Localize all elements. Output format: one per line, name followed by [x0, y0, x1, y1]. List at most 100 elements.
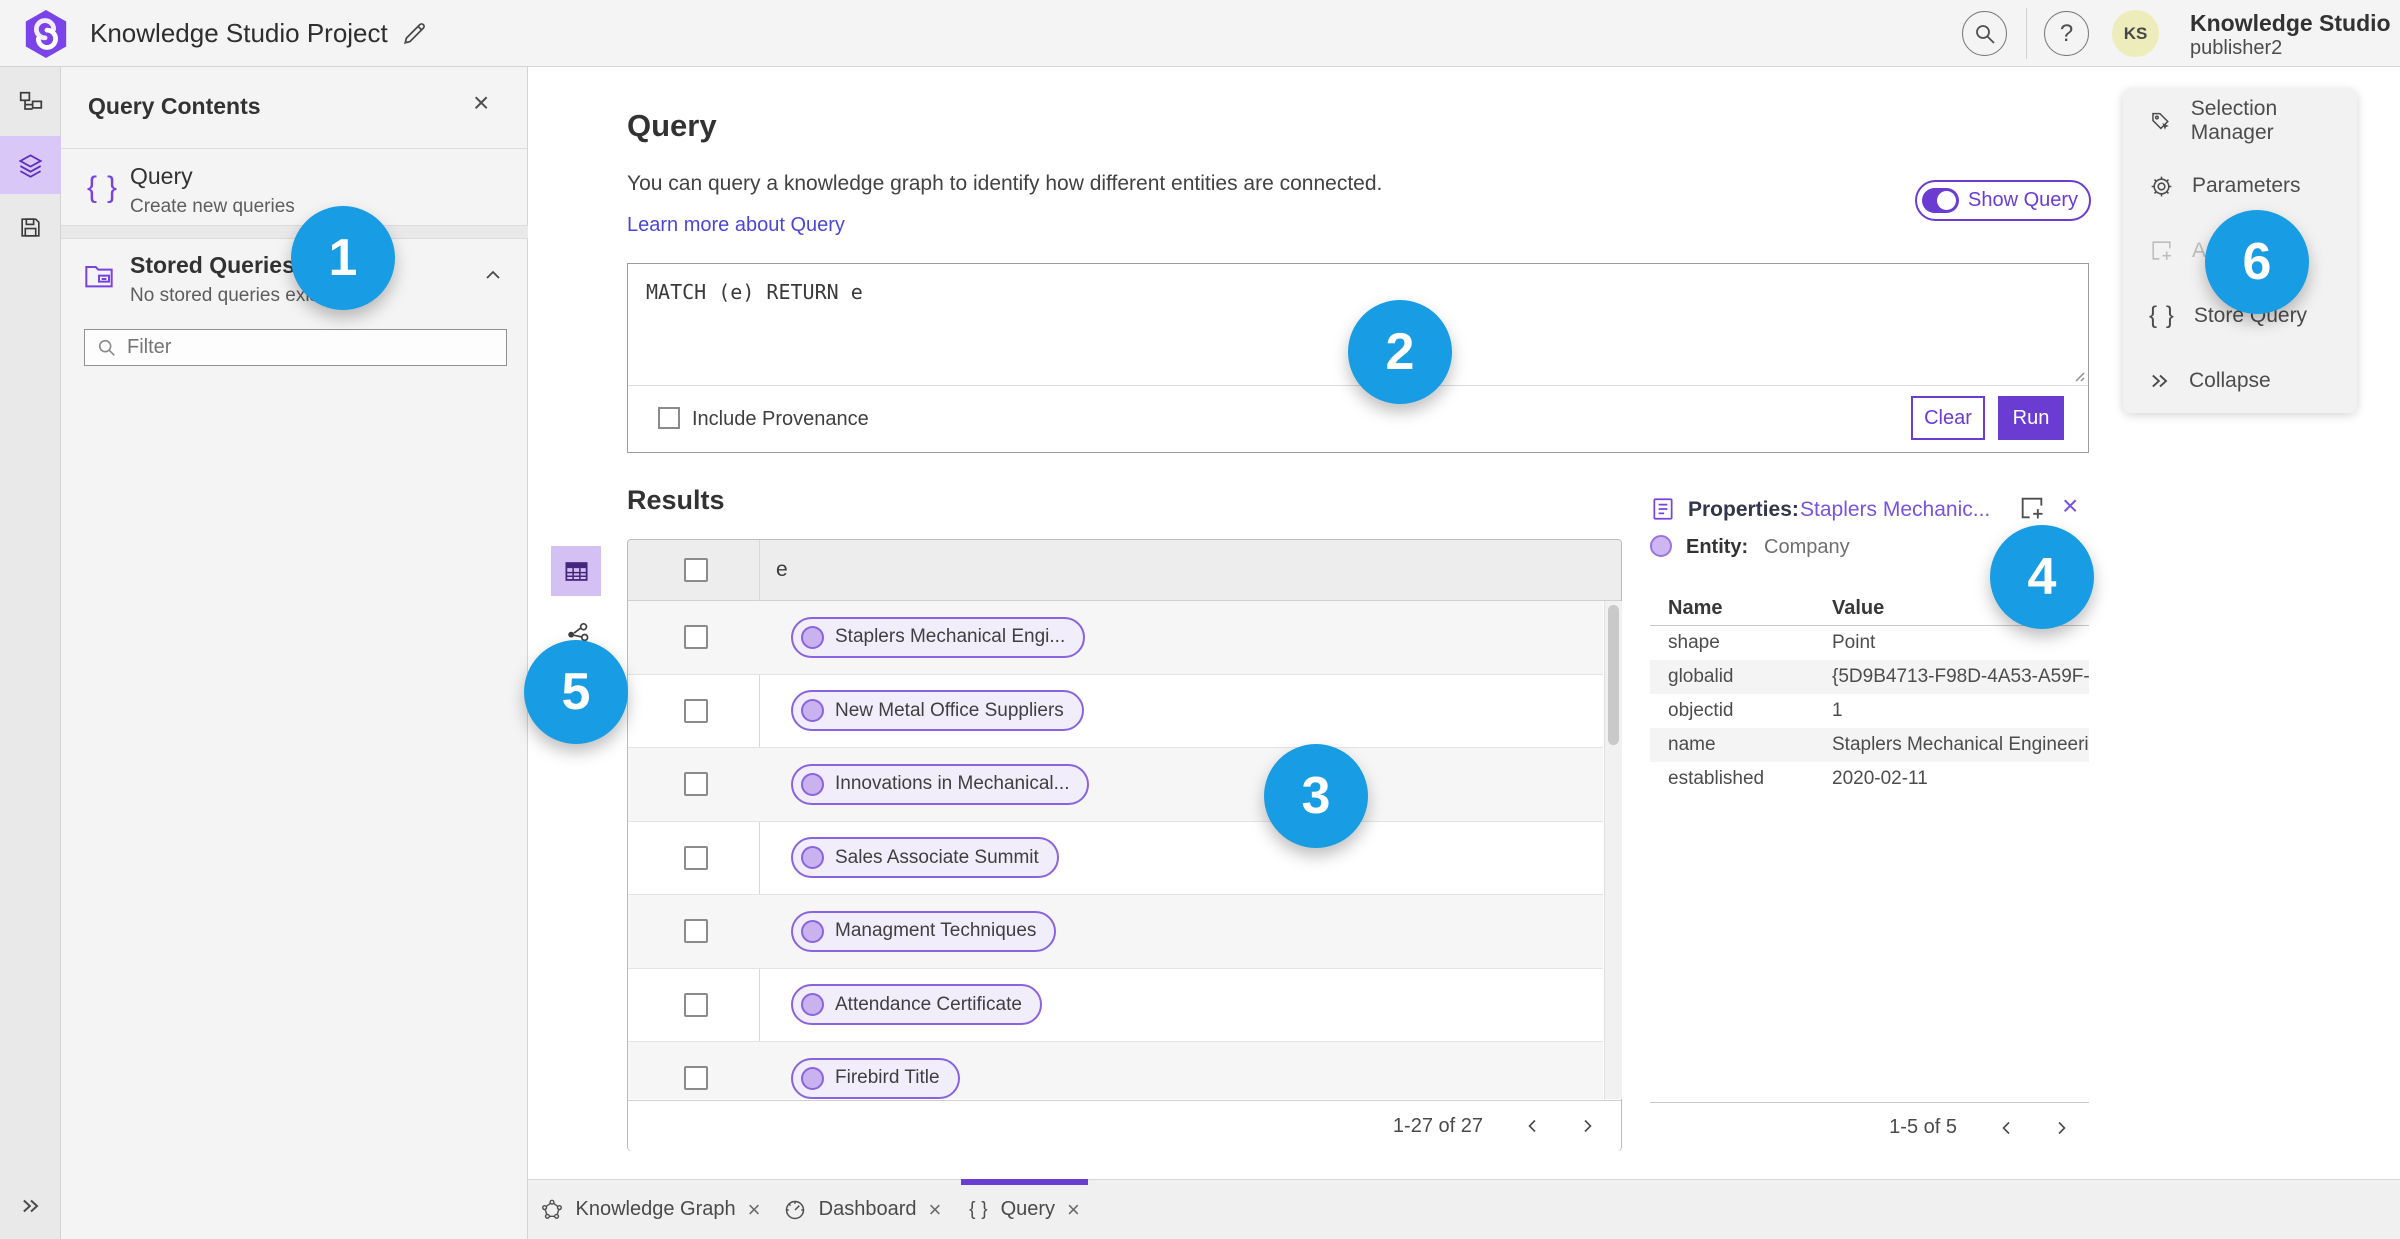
double-chevron-right-icon: [2152, 374, 2168, 387]
table-row: Staplers Mechanical Engi...: [628, 601, 1603, 675]
search-icon: [98, 339, 115, 356]
entity-pill[interactable]: Managment Techniques: [791, 910, 1057, 952]
entity-pill[interactable]: Sales Associate Summit: [791, 837, 1059, 879]
close-tab-icon[interactable]: ×: [928, 1198, 941, 1221]
double-chevron-right-icon: [22, 1199, 39, 1213]
clear-button[interactable]: Clear: [1911, 396, 1985, 440]
properties-prev-page-button[interactable]: [1999, 1120, 2015, 1136]
results-next-page-button[interactable]: [1579, 1118, 1595, 1134]
query-description: You can query a knowledge graph to ident…: [627, 172, 1383, 195]
row-checkbox[interactable]: [684, 698, 708, 723]
entity-pill[interactable]: Staplers Mechanical Engi...: [791, 616, 1086, 658]
tab-query[interactable]: { } Query ×: [961, 1179, 1088, 1239]
search-button[interactable]: [1962, 11, 2007, 56]
properties-panel-icon: [1650, 496, 1676, 522]
properties-pagination: 1-5 of 5: [1650, 1102, 2089, 1152]
results-scrollbar[interactable]: [1604, 601, 1622, 1099]
close-properties-icon[interactable]: ×: [2062, 492, 2078, 520]
table-row: Sales Associate Summit: [628, 822, 1603, 895]
results-table-header: e: [628, 540, 1621, 601]
selection-manager-icon: [2152, 112, 2169, 130]
property-row: name Staplers Mechanical Engineering: [1650, 728, 2089, 762]
edit-title-icon[interactable]: [400, 20, 428, 48]
resize-handle-icon[interactable]: [2071, 368, 2085, 382]
braces-icon: { }: [2149, 301, 2176, 329]
select-all-checkbox[interactable]: [684, 558, 708, 582]
app-logo-icon[interactable]: [22, 9, 70, 59]
entity-pill[interactable]: Firebird Title: [791, 1057, 960, 1099]
close-tab-icon[interactable]: ×: [748, 1198, 761, 1221]
row-checkbox[interactable]: [684, 625, 708, 650]
chevron-right-icon: [2058, 1121, 2066, 1134]
table-icon: [564, 561, 588, 581]
sidebar-item-query[interactable]: { } Query Create new queries: [61, 149, 528, 226]
close-tab-icon[interactable]: ×: [1067, 1198, 1080, 1221]
topbar-divider: [2026, 8, 2027, 59]
user-role: publisher2: [2190, 37, 2283, 59]
entity-pill[interactable]: Innovations in Mechanical...: [791, 763, 1090, 805]
properties-entity-link[interactable]: Staplers Mechanic...: [1800, 498, 1990, 522]
entity-pill[interactable]: New Metal Office Suppliers: [791, 690, 1084, 732]
close-panel-icon[interactable]: ×: [473, 89, 489, 117]
table-view-button[interactable]: [551, 546, 601, 596]
braces-icon: { }: [87, 171, 120, 204]
property-row: established 2020-02-11: [1668, 768, 1928, 789]
query-contents-header: Query Contents ×: [61, 67, 528, 149]
row-checkbox[interactable]: [684, 772, 708, 797]
row-checkbox[interactable]: [684, 845, 708, 870]
menu-item-parameters[interactable]: Parameters: [2123, 154, 2357, 219]
rail-data-model-button[interactable]: [0, 74, 61, 132]
tab-dashboard[interactable]: Dashboard ×: [774, 1180, 950, 1239]
tab-knowledge-graph[interactable]: Knowledge Graph ×: [536, 1180, 764, 1239]
filter-input[interactable]: [127, 336, 467, 359]
bottom-tab-bar: Knowledge Graph × Dashboard × { } Query …: [528, 1179, 2400, 1239]
row-checkbox[interactable]: [684, 1066, 708, 1091]
entity-dot-icon: [801, 993, 824, 1017]
menu-item-selection-manager[interactable]: Selection Manager: [2123, 89, 2357, 154]
table-row: Managment Techniques: [628, 895, 1603, 969]
run-button[interactable]: Run: [1998, 396, 2064, 440]
include-provenance-checkbox[interactable]: [658, 407, 680, 429]
entity-dot-icon: [801, 919, 824, 943]
filter-field: [84, 329, 507, 366]
left-icon-rail: [0, 67, 61, 1239]
results-title: Results: [627, 485, 725, 515]
chevron-up-icon[interactable]: [483, 265, 503, 285]
avatar[interactable]: KS: [2112, 10, 2159, 57]
show-query-toggle[interactable]: Show Query: [1915, 180, 2091, 221]
chevron-left-icon: [1528, 1119, 1536, 1133]
top-bar: Knowledge Studio Project ? KS Knowledge …: [0, 0, 2400, 67]
entity-type-value: Company: [1764, 536, 1850, 558]
row-checkbox[interactable]: [684, 992, 708, 1017]
entity-dot-icon: [801, 699, 824, 723]
help-button[interactable]: ?: [2044, 11, 2089, 56]
rail-contents-button[interactable]: [0, 136, 61, 194]
properties-table-body: shape Point globalid {5D9B4713-F98D-4A53…: [1650, 626, 2089, 796]
annotation-badge-5: 5: [524, 640, 628, 744]
entity-pill[interactable]: Attendance Certificate: [791, 984, 1042, 1026]
rail-save-button[interactable]: [0, 198, 61, 256]
menu-item-collapse[interactable]: Collapse: [2123, 348, 2357, 413]
toggle-track: [1922, 188, 1959, 213]
annotation-badge-1: 1: [291, 206, 395, 310]
property-row: objectid 1: [1668, 700, 1843, 721]
annotation-badge-2: 2: [1348, 300, 1452, 404]
add-to-selection-icon[interactable]: [2018, 494, 2046, 522]
layers-icon: [18, 153, 43, 178]
results-prev-page-button[interactable]: [1525, 1118, 1541, 1134]
gear-icon: [2151, 176, 2172, 197]
properties-next-page-button[interactable]: [2053, 1120, 2069, 1136]
scrollbar-thumb[interactable]: [1608, 605, 1619, 745]
results-table-card: e Staplers Mechanical Engi... New Metal …: [627, 539, 1622, 1151]
dashboard-icon: [785, 1200, 804, 1219]
entity-dot-icon: [801, 1066, 824, 1090]
knowledge-graph-icon: [541, 1199, 562, 1219]
learn-more-link[interactable]: Learn more about Query: [627, 214, 845, 237]
knowledge-studio-app: Knowledge Studio Project ? KS Knowledge …: [0, 0, 2400, 1239]
rail-expand-button[interactable]: [0, 1177, 61, 1235]
query-item-subtitle: Create new queries: [130, 196, 295, 217]
table-row: Attendance Certificate: [628, 969, 1603, 1042]
stored-queries-title: Stored Queries: [130, 252, 295, 278]
user-name: Knowledge Studio: [2190, 10, 2391, 36]
row-checkbox[interactable]: [684, 919, 708, 944]
